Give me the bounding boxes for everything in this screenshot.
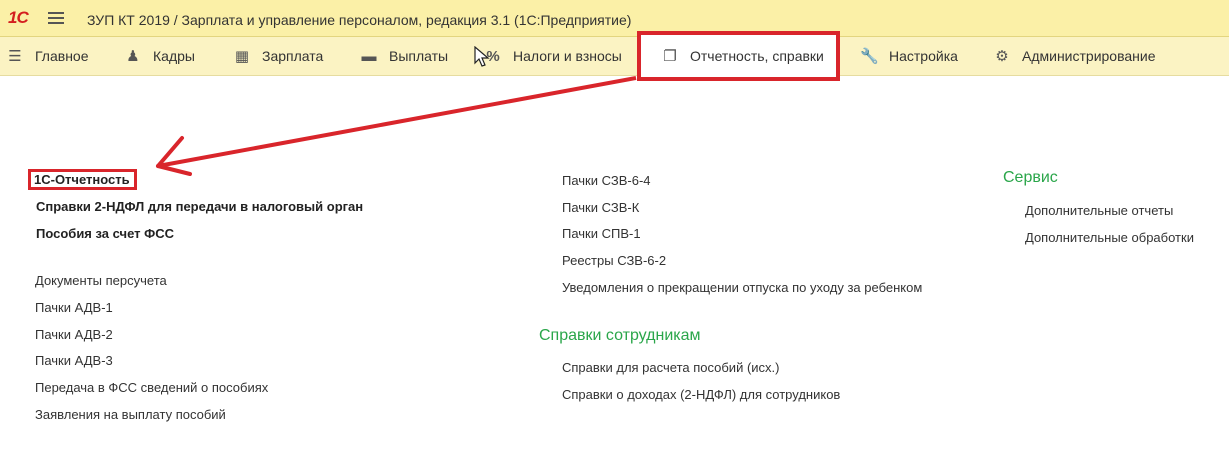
link-szv62-registers[interactable]: Реестры СЗВ-6-2 [562,253,666,268]
menu-item-payments[interactable]: ▬ Выплаты [360,37,449,75]
wrench-icon: 🔧 [860,48,879,65]
menu-item-settings[interactable]: 🔧 Настройка [860,37,958,75]
menu-item-taxes[interactable]: % Налоги и взносы [484,37,622,75]
link-additional-processing[interactable]: Дополнительные обработки [1025,230,1194,245]
link-benefit-calc-certificates[interactable]: Справки для расчета пособий (исх.) [562,360,779,375]
section-title-employee-certificates: Справки сотрудникам [539,327,701,344]
menu-item-label: Выплаты [389,48,449,64]
link-szvk-packs[interactable]: Пачки СЗВ-К [562,200,639,215]
menu-item-main[interactable]: ☰ Главное [6,37,89,75]
link-childcare-leave-notices[interactable]: Уведомления о прекращении отпуска по ухо… [562,280,922,295]
menu-item-label: Настройка [889,48,958,64]
link-szv64-packs[interactable]: Пачки СЗВ-6-4 [562,173,651,188]
link-personnel-documents[interactable]: Документы персучета [35,273,167,288]
menu-item-salary[interactable]: ▦ Зарплата [233,37,323,75]
menu-item-label: Главное [35,48,89,64]
link-income-certificates[interactable]: Справки о доходах (2-НДФЛ) для сотрудник… [562,387,840,402]
gear-icon: ⚙ [995,48,1009,65]
menu-item-personnel[interactable]: ♟ Кадры [124,37,195,75]
menu-item-administration[interactable]: ⚙ Администрирование [993,37,1156,75]
link-adv3-packs[interactable]: Пачки АДВ-3 [35,353,113,368]
link-spv1-packs[interactable]: Пачки СПВ-1 [562,226,641,241]
people-icon: ♟ [126,48,140,65]
title-bar: 1С ЗУП КТ 2019 / Зарплата и управление п… [0,0,1229,37]
menu-item-label: Кадры [153,48,195,64]
link-fss-benefits[interactable]: Пособия за счет ФСС [36,226,174,241]
link-fss-benefit-info[interactable]: Передача в ФСС сведений о пособиях [35,380,268,395]
menu-item-label: Отчетность, справки [690,48,824,64]
list-icon: ☰ [8,48,22,65]
window-title: ЗУП КТ 2019 / Зарплата и управление перс… [87,12,632,28]
link-benefit-applications[interactable]: Заявления на выплату пособий [35,407,226,422]
mouse-cursor-icon [474,46,490,67]
menu-item-label: Зарплата [262,48,324,64]
app-logo: 1С [8,8,29,27]
menu-item-label: Администрирование [1022,48,1156,64]
section-title-service: Сервис [1003,169,1058,186]
menu-item-label: Налоги и взносы [513,48,622,64]
menu-item-reports[interactable]: ❐ Отчетность, справки [637,31,840,81]
link-adv1-packs[interactable]: Пачки АДВ-1 [35,300,113,315]
documents-icon: ❐ [663,48,677,65]
wallet-icon: ▬ [361,47,377,65]
link-adv2-packs[interactable]: Пачки АДВ-2 [35,327,113,342]
link-1c-reporting[interactable]: 1С-Отчетность [28,169,137,190]
link-2ndfl-tax-authority[interactable]: Справки 2-НДФЛ для передачи в налоговый … [36,199,363,214]
link-additional-reports[interactable]: Дополнительные отчеты [1025,203,1173,218]
calculator-icon: ▦ [234,48,250,65]
main-menu-icon[interactable] [48,12,64,25]
section-menu-bar: ☰ Главное ♟ Кадры ▦ Зарплата ▬ Выплаты %… [0,31,1229,81]
